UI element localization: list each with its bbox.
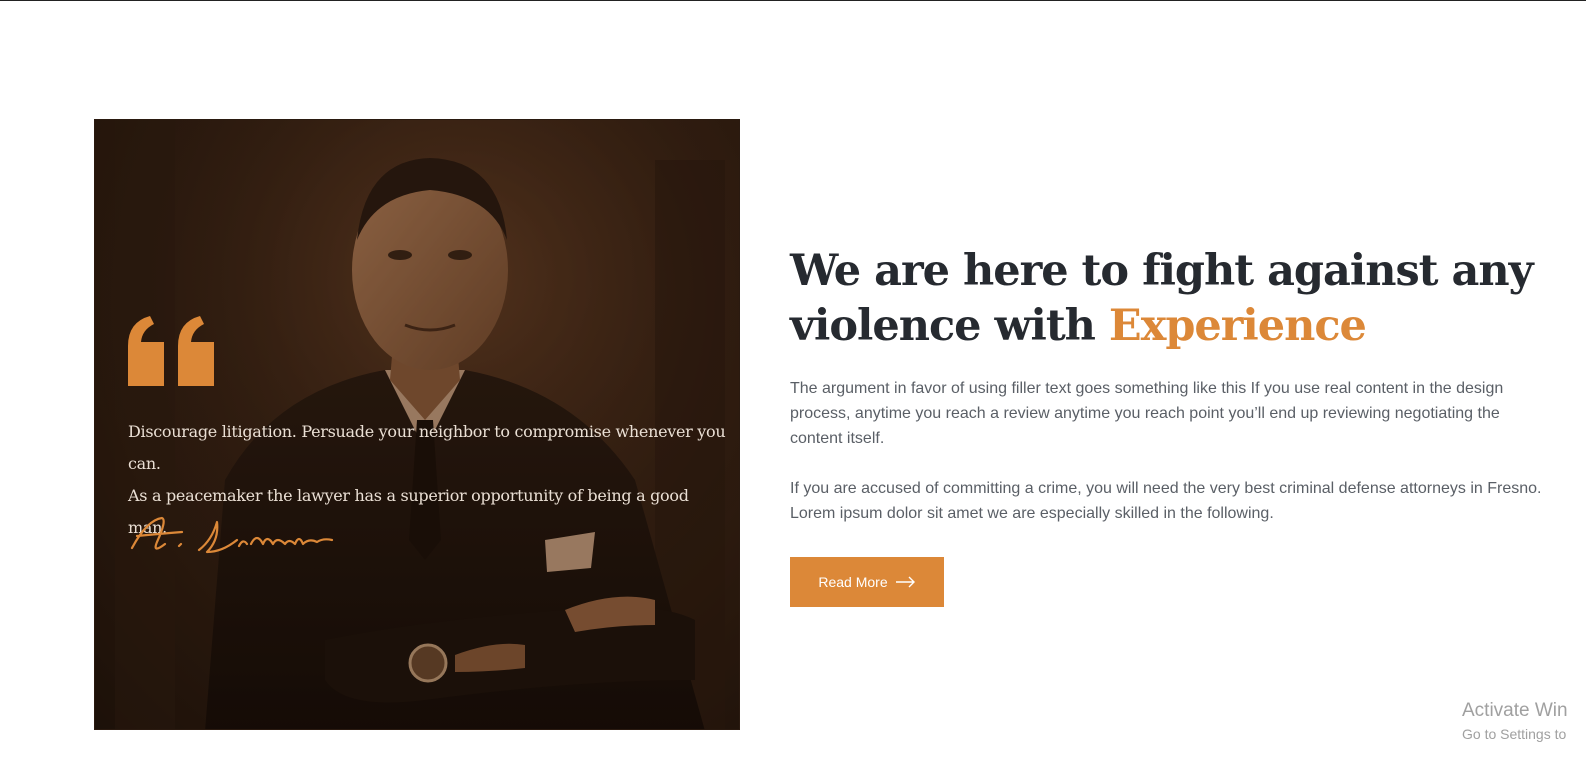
paragraph-1: The argument in favor of using filler te… [790,380,1504,447]
read-more-button[interactable]: Read More [790,557,944,607]
arrow-right-icon [895,576,915,588]
quote-line-1: Discourage litigation. Persuade your nei… [128,422,726,473]
quote-icon [128,316,214,386]
read-more-label: Read More [818,574,888,590]
top-divider [0,0,1586,1]
windows-activation-watermark: Activate Win Go to Settings to [1462,700,1568,744]
page-title: We are here to fight against any violenc… [790,244,1570,354]
signature-image [130,516,334,554]
watermark-line-2: Go to Settings to [1462,726,1567,742]
paragraph-2: If you are accused of committing a crime… [790,480,1542,522]
attorney-photo-panel: Discourage litigation. Persuade your nei… [94,119,740,730]
headline-accent: Experience [1108,301,1367,351]
content-section: We are here to fight against any violenc… [790,244,1570,526]
watermark-line-1: Activate Win [1462,700,1568,721]
